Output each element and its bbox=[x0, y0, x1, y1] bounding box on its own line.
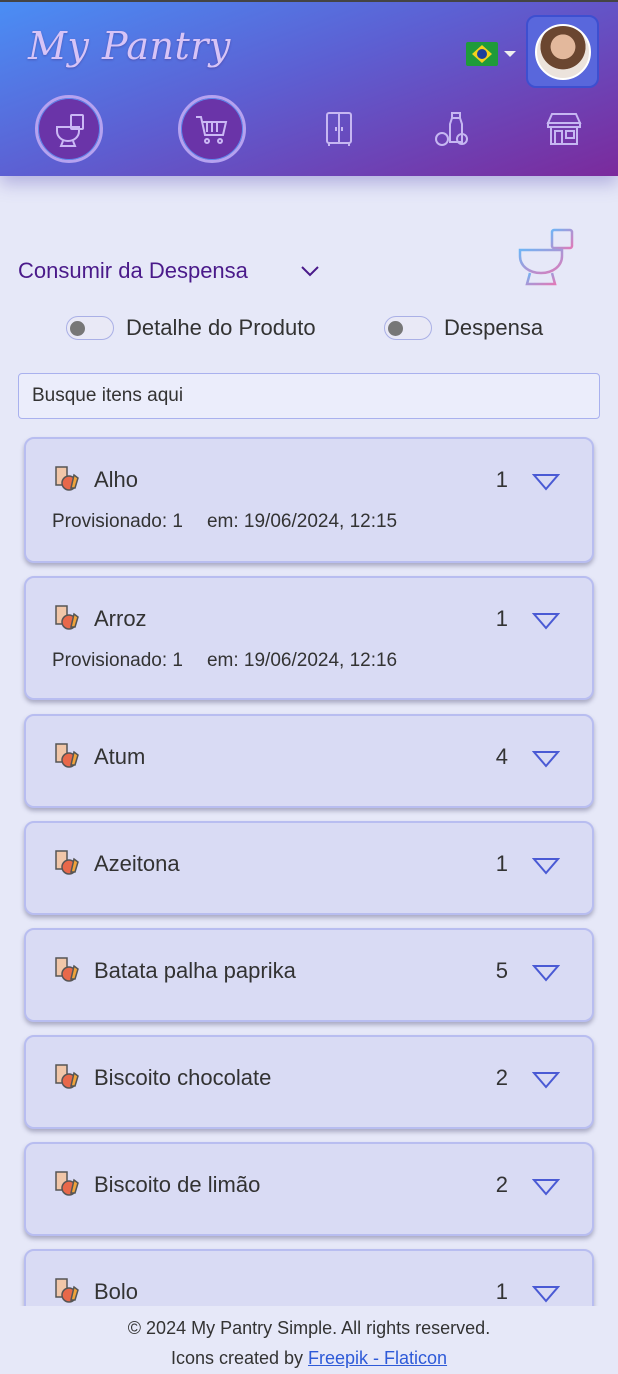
groceries-icon bbox=[55, 1064, 79, 1089]
main-nav bbox=[0, 95, 618, 163]
list-item[interactable]: Bolo 1 bbox=[24, 1249, 594, 1306]
item-quantity: 1 bbox=[495, 467, 508, 492]
nav-products-button[interactable] bbox=[418, 95, 486, 163]
language-selector[interactable] bbox=[466, 42, 516, 66]
toggle-label: Detalhe do Produto bbox=[126, 315, 316, 340]
groceries-icon bbox=[435, 112, 468, 146]
groceries-icon bbox=[55, 466, 79, 491]
search-input[interactable] bbox=[18, 373, 600, 419]
toggle-pantry[interactable]: Despensa bbox=[384, 314, 543, 342]
toilet-consume-icon bbox=[56, 114, 84, 147]
item-provisioned: Provisionado: 1 bbox=[52, 511, 183, 532]
item-quantity: 1 bbox=[495, 1279, 508, 1304]
list-item[interactable]: Atum 4 bbox=[24, 714, 594, 808]
shopping-cart-icon bbox=[196, 116, 228, 144]
page-footer: © 2024 My Pantry Simple. All rights rese… bbox=[0, 1306, 618, 1374]
item-quantity: 1 bbox=[495, 851, 508, 876]
app-logo[interactable]: My Pantry bbox=[28, 24, 231, 68]
cupboard-icon bbox=[326, 112, 352, 146]
item-name: Biscoito de limão bbox=[94, 1172, 261, 1197]
profile-button[interactable] bbox=[526, 15, 599, 88]
groceries-icon bbox=[55, 957, 79, 982]
list-item[interactable]: Biscoito de limão 2 bbox=[24, 1142, 594, 1236]
item-quantity: 2 bbox=[495, 1065, 508, 1090]
nav-pantry-button[interactable] bbox=[305, 95, 373, 163]
item-detail: Provisionado: 1 em: 19/06/2024, 12:16 bbox=[52, 650, 397, 672]
nav-consume-button[interactable] bbox=[35, 95, 103, 163]
expand-triangle-icon[interactable] bbox=[532, 473, 560, 491]
list-item[interactable]: Arroz 1 Provisionado: 1 em: 19/06/2024, 1… bbox=[24, 576, 594, 700]
credit-line: Icons created by Freepik - Flaticon bbox=[0, 1348, 618, 1369]
groceries-icon bbox=[55, 605, 79, 630]
toggle-label: Despensa bbox=[444, 315, 544, 340]
list-item[interactable]: Batata palha paprika 5 bbox=[24, 928, 594, 1022]
item-name: Alho bbox=[94, 467, 139, 492]
groceries-icon bbox=[55, 850, 79, 875]
item-provisioned: Provisionado: 1 bbox=[52, 650, 183, 671]
list-item[interactable]: Azeitona 1 bbox=[24, 821, 594, 915]
item-detail: Provisionado: 1 em: 19/06/2024, 12:15 bbox=[52, 511, 397, 533]
item-name: Arroz bbox=[94, 606, 147, 631]
pantry-switch[interactable] bbox=[384, 316, 432, 340]
main-content: Consumir da Despensa Detalhe do Produto … bbox=[0, 176, 618, 1306]
nav-shopping-button[interactable] bbox=[178, 95, 246, 163]
expand-triangle-icon[interactable] bbox=[532, 857, 560, 875]
chevron-down-icon[interactable] bbox=[300, 264, 320, 278]
toilet-consume-icon bbox=[518, 228, 574, 286]
item-name: Biscoito chocolate bbox=[94, 1065, 272, 1090]
item-name: Atum bbox=[94, 744, 146, 769]
item-date: em: 19/06/2024, 12:16 bbox=[206, 650, 398, 671]
app-header: My Pantry bbox=[0, 0, 618, 176]
store-icon bbox=[546, 113, 582, 145]
groceries-icon bbox=[55, 1278, 79, 1303]
expand-triangle-icon[interactable] bbox=[532, 612, 560, 630]
expand-triangle-icon[interactable] bbox=[532, 750, 560, 768]
item-quantity: 4 bbox=[495, 744, 508, 769]
chevron-down-icon[interactable] bbox=[504, 51, 516, 57]
item-name: Azeitona bbox=[94, 851, 180, 876]
expand-triangle-icon[interactable] bbox=[532, 1178, 560, 1196]
item-quantity: 1 bbox=[495, 606, 508, 631]
item-quantity: 2 bbox=[495, 1172, 508, 1197]
expand-triangle-icon[interactable] bbox=[532, 1071, 560, 1089]
groceries-icon bbox=[55, 743, 79, 768]
list-item[interactable]: Biscoito chocolate 2 bbox=[24, 1035, 594, 1129]
list-item[interactable]: Alho 1 Provisionado: 1 em: 19/06/2024, 12… bbox=[24, 437, 594, 563]
page-title[interactable]: Consumir da Despensa bbox=[18, 258, 248, 284]
expand-triangle-icon[interactable] bbox=[532, 1285, 560, 1303]
groceries-icon bbox=[55, 1171, 79, 1196]
credit-prefix: Icons created by bbox=[170, 1348, 309, 1368]
product-detail-switch[interactable] bbox=[66, 316, 114, 340]
item-date: em: 19/06/2024, 12:15 bbox=[206, 511, 398, 532]
expand-triangle-icon[interactable] bbox=[532, 964, 560, 982]
item-name: Batata palha paprika bbox=[94, 958, 296, 983]
item-quantity: 5 bbox=[495, 958, 508, 983]
copyright-text: © 2024 My Pantry Simple. All rights rese… bbox=[127, 1318, 491, 1338]
brazil-flag-icon[interactable] bbox=[466, 42, 498, 66]
freepik-link[interactable]: Freepik - Flaticon bbox=[308, 1348, 447, 1368]
nav-stores-button[interactable] bbox=[530, 95, 598, 163]
user-avatar[interactable] bbox=[534, 23, 591, 80]
item-name: Bolo bbox=[94, 1279, 139, 1304]
toggle-product-detail[interactable]: Detalhe do Produto bbox=[66, 314, 316, 342]
